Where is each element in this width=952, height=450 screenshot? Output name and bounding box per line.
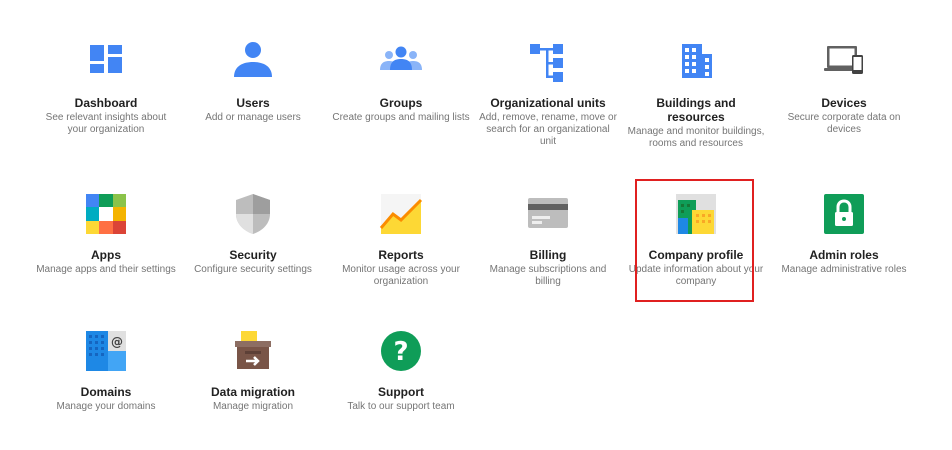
tile-desc: Manage migration xyxy=(212,401,294,412)
data-migration-icon xyxy=(231,329,275,373)
tile-reports[interactable]: Reports Monitor usage across your organi… xyxy=(331,192,471,288)
tile-buildings[interactable]: Buildings and resources Manage and monit… xyxy=(626,40,766,150)
tile-title: Admin roles xyxy=(809,248,879,262)
tile-desc: See relevant insights about your organiz… xyxy=(45,112,167,135)
domains-icon: @ xyxy=(84,329,128,373)
tile-desc: Manage administrative roles xyxy=(781,264,907,275)
tile-desc: Configure security settings xyxy=(194,264,312,275)
tile-desc: Update information about your company xyxy=(628,264,764,287)
tile-title: Devices xyxy=(821,96,867,110)
svg-text:@: @ xyxy=(111,335,123,349)
tile-desc: Add or manage users xyxy=(205,112,301,123)
tile-company-profile[interactable]: Company profile Update information about… xyxy=(626,192,766,288)
tile-dashboard[interactable]: Dashboard See relevant insights about yo… xyxy=(36,40,176,136)
users-icon xyxy=(231,40,275,84)
tile-desc: Monitor usage across your organization xyxy=(342,264,460,287)
tile-users[interactable]: Users Add or manage users xyxy=(183,40,323,124)
tile-title: Company profile xyxy=(648,248,744,262)
tile-data-migration[interactable]: Data migration Manage migration xyxy=(183,329,323,413)
billing-icon xyxy=(526,192,570,236)
tile-support[interactable]: ? Support Talk to our support team xyxy=(331,329,471,413)
groups-icon xyxy=(379,40,423,84)
tile-security[interactable]: Security Configure security settings xyxy=(183,192,323,276)
tile-title: Users xyxy=(236,96,270,110)
tile-billing[interactable]: Billing Manage subscriptions and billing xyxy=(478,192,618,288)
tile-title: Support xyxy=(378,385,424,399)
tile-domains[interactable]: @ Domains Manage your domains xyxy=(36,329,176,413)
svg-text:?: ? xyxy=(393,337,408,367)
tile-title: Billing xyxy=(529,248,567,262)
tile-desc: Talk to our support team xyxy=(347,401,455,412)
tile-title: Domains xyxy=(80,385,132,399)
tile-apps[interactable]: Apps Manage apps and their settings xyxy=(36,192,176,276)
tile-groups[interactable]: Groups Create groups and mailing lists xyxy=(331,40,471,124)
tile-desc: Manage your domains xyxy=(56,401,156,412)
support-icon: ? xyxy=(379,329,423,373)
tile-title: Buildings and resources xyxy=(656,96,736,124)
tile-title: Dashboard xyxy=(74,96,138,110)
dashboard-icon xyxy=(84,40,128,84)
tile-title: Organizational units xyxy=(490,96,606,110)
tile-desc: Manage subscriptions and billing xyxy=(489,264,607,287)
apps-icon xyxy=(84,192,128,236)
tile-devices[interactable]: Devices Secure corporate data on devices xyxy=(774,40,914,136)
tile-desc: Manage apps and their settings xyxy=(36,264,176,275)
tile-title: Groups xyxy=(379,96,423,110)
security-icon xyxy=(231,192,275,236)
company-profile-icon xyxy=(674,192,718,236)
tile-org-units[interactable]: Organizational units Add, remove, rename… xyxy=(478,40,618,148)
tile-desc: Create groups and mailing lists xyxy=(332,112,470,123)
tile-desc: Manage and monitor buildings, rooms and … xyxy=(627,126,765,149)
tile-desc: Secure corporate data on devices xyxy=(787,112,901,135)
tile-desc: Add, remove, rename, move or search for … xyxy=(479,112,617,147)
tile-title: Security xyxy=(229,248,277,262)
tile-title: Reports xyxy=(378,248,424,262)
reports-icon xyxy=(379,192,423,236)
buildings-icon xyxy=(674,40,718,84)
tile-admin-roles[interactable]: Admin roles Manage administrative roles xyxy=(774,192,914,276)
org-units-icon xyxy=(526,40,570,84)
tile-title: Apps xyxy=(91,248,121,262)
devices-icon xyxy=(822,40,866,84)
admin-roles-icon xyxy=(822,192,866,236)
tile-title: Data migration xyxy=(210,385,295,399)
